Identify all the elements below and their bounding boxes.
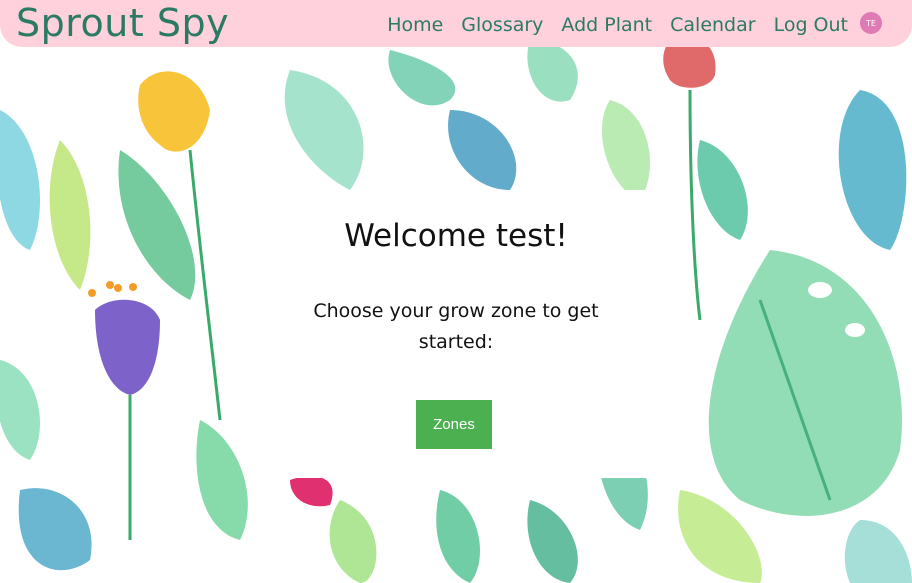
brand-logo[interactable]: Sprout Spy (16, 0, 229, 47)
monstera-leaf-icon (708, 250, 902, 516)
nav-link-glossary[interactable]: Glossary (461, 14, 543, 36)
nav-links: Home Glossary Add Plant Calendar Log Out (387, 14, 848, 36)
nav-link-calendar[interactable]: Calendar (670, 14, 755, 36)
zones-button[interactable]: Zones (416, 400, 492, 449)
nav-link-add-plant[interactable]: Add Plant (561, 14, 652, 36)
user-avatar[interactable]: TE (860, 12, 882, 34)
nav-link-log-out[interactable]: Log Out (774, 14, 848, 36)
welcome-card: Welcome test! Choose your grow zone to g… (256, 190, 656, 478)
welcome-title: Welcome test! (344, 218, 568, 254)
top-navbar: Sprout Spy Home Glossary Add Plant Calen… (0, 0, 912, 47)
purple-flower-icon (88, 281, 160, 540)
grow-zone-prompt: Choose your grow zone to get started: (313, 300, 599, 353)
nav-link-home[interactable]: Home (387, 14, 443, 36)
